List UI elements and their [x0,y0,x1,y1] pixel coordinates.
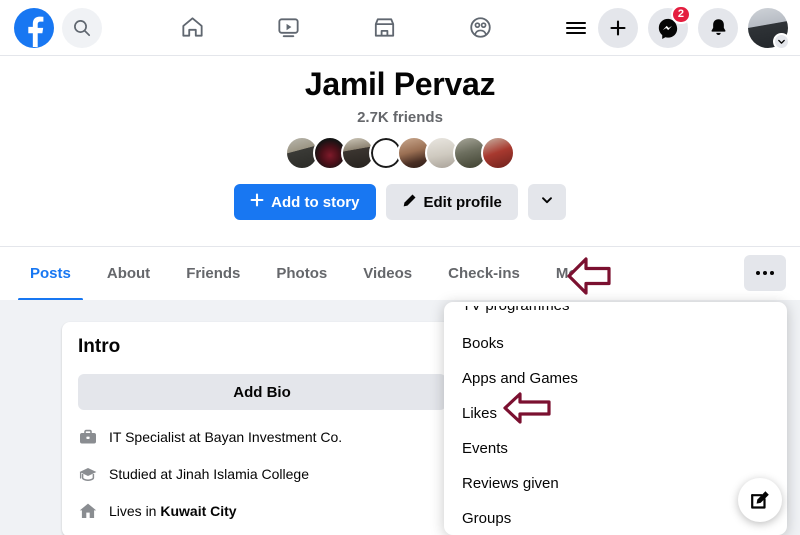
create-post-fab[interactable] [738,478,782,522]
friend-avatars-row[interactable] [285,136,515,170]
profile-header: Jamil Pervaz 2.7K friends Add to story E… [0,56,800,246]
page-title: Jamil Pervaz [304,66,496,102]
intro-work-label: IT Specialist at Bayan Investment Co. [109,429,343,445]
add-bio-button[interactable]: Add Bio [78,374,446,410]
friends-count[interactable]: 2.7K friends [357,109,443,126]
tab-list: Posts About Friends Photos Videos Check-… [0,247,624,301]
marketplace-icon[interactable] [362,8,406,48]
add-bio-label: Add Bio [233,383,291,401]
intro-location-label: Lives in Kuwait City [109,503,237,519]
dropdown-item-likes[interactable]: Likes [444,396,787,431]
messenger-badge: 2 [670,4,691,24]
dot [770,271,774,275]
profile-tab-bar: Posts About Friends Photos Videos Check-… [0,246,800,301]
video-icon[interactable] [266,8,310,48]
messenger-icon[interactable]: 2 [648,4,691,48]
tab-about[interactable]: About [91,247,166,301]
dropdown-item-apps-and-games[interactable]: Apps and Games [444,361,787,396]
account-avatar[interactable] [748,7,790,50]
edit-profile-label: Edit profile [423,193,502,211]
add-to-story-label: Add to story [271,193,360,211]
intro-location-prefix: Lives in [109,503,161,519]
tab-friends[interactable]: Friends [170,247,256,301]
dropdown-item-events[interactable]: Events [444,431,787,466]
dot [763,271,767,275]
profile-options-button[interactable] [744,255,786,291]
dropdown-item-reviews-given[interactable]: Reviews given [444,466,787,501]
notifications-bell-icon[interactable] [698,7,738,48]
intro-card: Intro Add Bio IT Specialist at Bayan Inv… [62,322,462,535]
top-navigation-bar: 2 [0,0,800,56]
create-plus-icon[interactable] [598,7,638,48]
more-dropdown-menu: TV programmes Books Apps and Games Likes… [444,302,787,535]
intro-education-label: Studied at Jinah Islamia College [109,466,310,482]
compose-icon [749,489,771,511]
search-icon[interactable] [62,7,102,48]
menu-icon[interactable] [554,8,598,48]
chevron-down-icon [773,32,790,50]
chevron-down-icon [540,193,554,211]
dropdown-item-tv-programmes[interactable]: TV programmes [444,306,787,326]
tab-videos[interactable]: Videos [347,247,428,301]
topbar-nav-group [170,8,598,48]
dropdown-item-books[interactable]: Books [444,326,787,361]
add-to-story-button[interactable]: Add to story [234,184,376,220]
facebook-logo-icon[interactable] [14,7,54,48]
plus-icon [250,193,264,211]
facebook-profile-page: 2 Jamil Pervaz 2.7K friends Add to story… [0,0,800,535]
profile-more-button[interactable] [527,184,566,220]
pencil-icon [402,193,417,212]
friend-avatar-8[interactable] [481,136,515,170]
home-icon [78,501,98,521]
tab-photos[interactable]: Photos [260,247,343,301]
intro-item-work: IT Specialist at Bayan Investment Co. [78,427,446,447]
topbar-actions-group: 2 [598,4,800,50]
dot [756,271,760,275]
tab-check-ins[interactable]: Check-ins [432,247,536,301]
profile-action-buttons: Add to story Edit profile [234,184,566,220]
groups-icon[interactable] [458,8,502,48]
tab-more[interactable]: More [540,247,624,301]
chevron-down-icon [597,268,608,279]
graduation-cap-icon [78,464,98,484]
intro-item-education: Studied at Jinah Islamia College [78,464,446,484]
edit-profile-button[interactable]: Edit profile [385,184,518,220]
intro-location-city: Kuwait City [160,503,237,519]
topbar-left-group [0,7,170,48]
home-icon[interactable] [170,8,214,48]
briefcase-icon [78,427,98,447]
intro-item-location: Lives in Kuwait City [78,501,446,521]
dropdown-item-groups[interactable]: Groups [444,501,787,535]
intro-title: Intro [78,336,121,357]
tab-posts[interactable]: Posts [14,247,87,301]
